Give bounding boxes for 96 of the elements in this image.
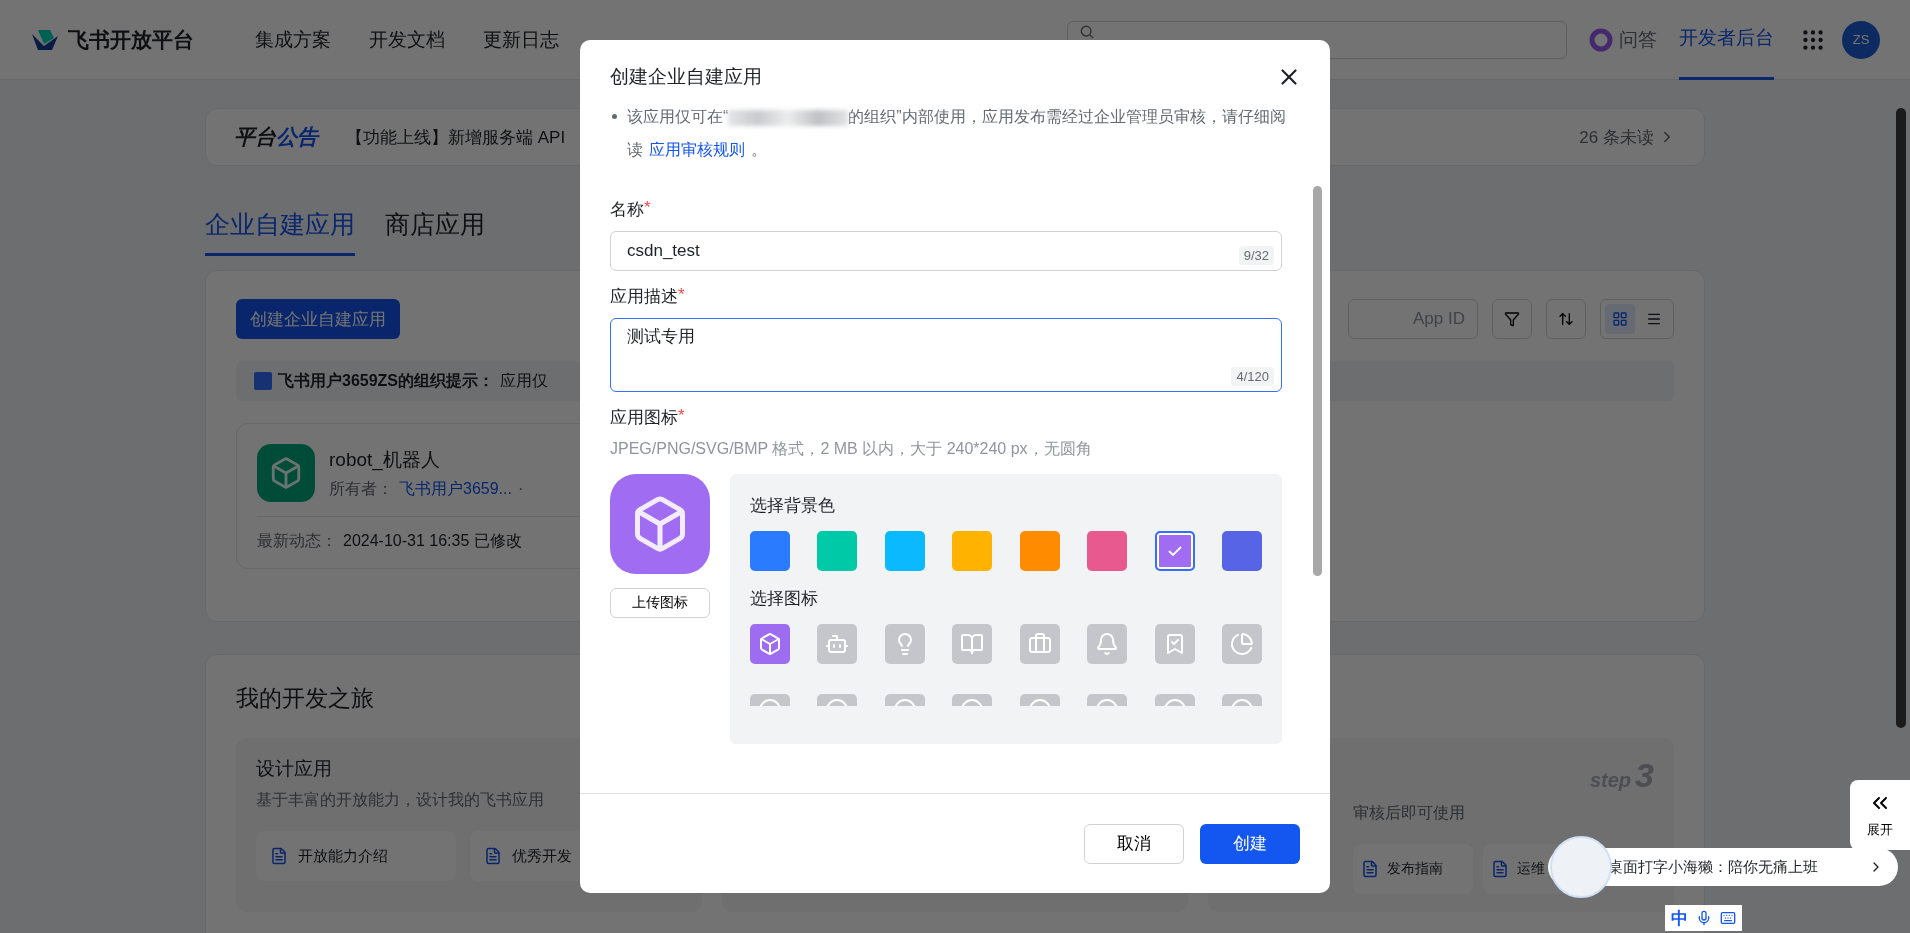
- filter-icon: [1504, 311, 1520, 327]
- color-swatch[interactable]: [952, 531, 993, 571]
- document-icon: [1491, 860, 1509, 878]
- create-app-button[interactable]: 创建企业自建应用: [236, 299, 400, 339]
- guide-link[interactable]: 开放能力介绍: [256, 831, 456, 881]
- create-button[interactable]: 创建: [1200, 823, 1300, 864]
- logo-icon: [30, 27, 60, 52]
- picker-label: 选择图标: [750, 588, 818, 610]
- color-swatch[interactable]: [1154, 531, 1195, 571]
- org-tip-text: 应用仅: [500, 370, 549, 391]
- keyboard-icon: [1720, 910, 1736, 926]
- org-logo-icon: [254, 372, 272, 390]
- icon-option[interactable]: [750, 694, 790, 706]
- required-mark: *: [678, 406, 685, 425]
- icon-option[interactable]: [1154, 624, 1195, 664]
- review-rules-link[interactable]: 应用审核规则: [649, 141, 745, 158]
- nav-link[interactable]: 开发文档: [369, 26, 445, 53]
- color-swatch[interactable]: [817, 531, 858, 571]
- separator-dot: ·: [517, 480, 524, 498]
- app-type-tab[interactable]: 商店应用: [385, 208, 485, 256]
- app-name: robot_机器人: [329, 447, 441, 473]
- owner-link[interactable]: 飞书用户3659...: [399, 478, 512, 500]
- ring-logo-icon: [1589, 27, 1613, 52]
- console-tab[interactable]: 开发者后台: [1679, 0, 1774, 80]
- color-swatch[interactable]: [1221, 531, 1262, 571]
- stage-title: 设计应用: [256, 757, 333, 781]
- icon-option[interactable]: [817, 624, 858, 664]
- grid-view-icon: [1612, 311, 1628, 327]
- book-icon: [960, 632, 985, 656]
- dialog-title: 创建企业自建应用: [610, 65, 762, 89]
- cancel-button[interactable]: 取消: [1084, 823, 1184, 864]
- color-swatch[interactable]: [750, 531, 790, 571]
- logo-text: 飞书开放平台: [68, 26, 194, 53]
- icon-option[interactable]: [1154, 694, 1195, 706]
- icon-option[interactable]: [1221, 624, 1262, 664]
- nav-link[interactable]: 更新日志: [483, 26, 559, 53]
- user-avatar[interactable]: ZS: [1842, 20, 1880, 59]
- icon-option[interactable]: [817, 694, 858, 706]
- mic-icon: [1696, 910, 1712, 926]
- stage-description: 审核后即可使用: [1353, 803, 1466, 823]
- icon-option[interactable]: [1087, 694, 1128, 706]
- owner-label: 所有者：: [329, 478, 393, 499]
- field-label: 名称: [610, 199, 644, 221]
- cube-icon: [758, 632, 782, 656]
- icon-option[interactable]: [884, 694, 925, 706]
- icon-option[interactable]: [1019, 624, 1060, 664]
- document-icon: [270, 847, 288, 865]
- notice-text: 该应用仅可在“ 的组织”内部使用，应用发布需经过企业管理员审核，请仔细阅读 应用审核规则 。: [627, 107, 1287, 160]
- picker-label: 选择背景色: [750, 495, 835, 517]
- announcement-text[interactable]: 【功能上线】新增服务端 API: [346, 125, 566, 149]
- org-tip-title: 飞书用户3659ZS的组织提示：: [278, 370, 495, 391]
- char-counter: 9/32: [1238, 246, 1274, 265]
- field-label: 应用描述: [610, 286, 678, 308]
- pie-chart-icon: [1229, 632, 1254, 656]
- list-view-icon: [1646, 311, 1662, 327]
- nav-link[interactable]: 集成方案: [255, 26, 331, 53]
- required-mark: *: [678, 285, 685, 306]
- briefcase-icon: [1027, 632, 1052, 656]
- icon-option[interactable]: [1087, 624, 1128, 664]
- sort-icon: [1558, 311, 1574, 327]
- ime-mode-text: 中: [1671, 907, 1688, 930]
- view-button[interactable]: [1605, 304, 1635, 334]
- app-type-tab[interactable]: 企业自建应用: [205, 208, 355, 256]
- stage-description: 基于丰富的开放能力，设计我的飞书应用: [256, 790, 545, 810]
- icon-option[interactable]: [750, 624, 790, 664]
- char-counter: 4/120: [1231, 367, 1274, 386]
- color-swatch[interactable]: [884, 531, 925, 571]
- required-mark: *: [644, 198, 651, 219]
- icon-option[interactable]: [884, 624, 925, 664]
- search-icon: [1080, 24, 1094, 39]
- dialog-scrollbar[interactable]: [1313, 186, 1322, 576]
- activity-text: 2024-10-31 16:35 已修改: [343, 531, 522, 551]
- guide-link[interactable]: 发布指南: [1353, 844, 1473, 894]
- unread-link[interactable]: 26 条未读: [1579, 125, 1654, 149]
- journey-title: 我的开发之旅: [236, 684, 374, 713]
- icon-option[interactable]: [1019, 694, 1060, 706]
- color-swatch[interactable]: [1087, 531, 1128, 571]
- bell-icon: [1095, 632, 1120, 656]
- icon-option[interactable]: [1221, 694, 1262, 706]
- page-scrollbar[interactable]: [1896, 108, 1906, 728]
- document-icon: [484, 847, 502, 865]
- announcement-title: 平台公告: [234, 124, 318, 150]
- sort-button[interactable]: [1546, 299, 1586, 339]
- bullet-icon: [612, 114, 617, 119]
- icon-option[interactable]: [952, 694, 993, 706]
- color-swatch[interactable]: [1019, 531, 1060, 571]
- icon-option[interactable]: [952, 624, 993, 664]
- robot-icon: [825, 632, 850, 656]
- upload-icon-button[interactable]: 上传图标: [610, 588, 710, 618]
- app-cube-icon: [257, 444, 315, 502]
- qa-link[interactable]: 问答: [1619, 26, 1657, 53]
- activity-label: 最新动态：: [257, 531, 337, 551]
- check-icon: [1166, 545, 1183, 557]
- filter-button[interactable]: [1492, 299, 1532, 339]
- expand-side-tab[interactable]: 展开: [1850, 780, 1910, 850]
- document-icon: [1361, 860, 1379, 878]
